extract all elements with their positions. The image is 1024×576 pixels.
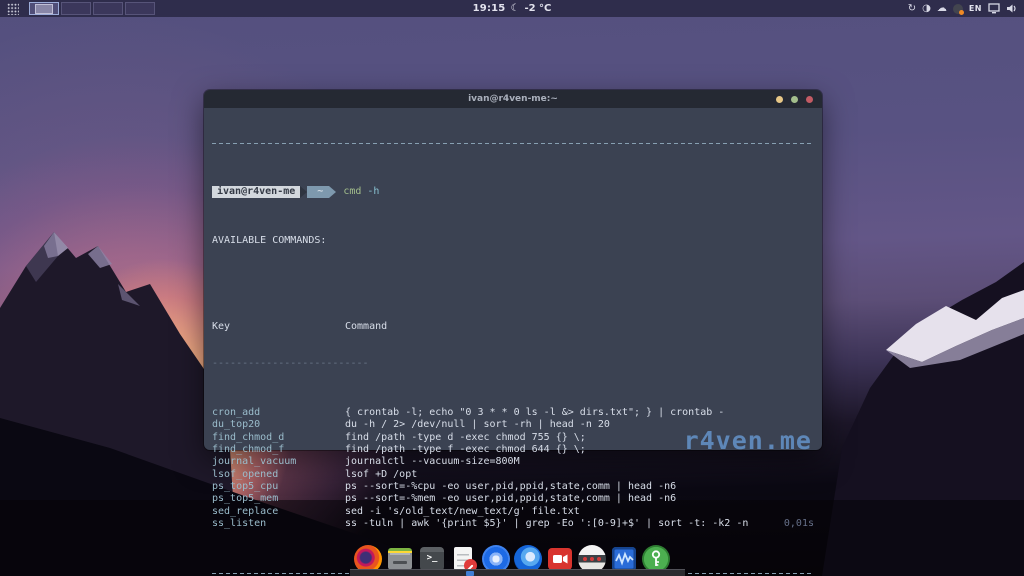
terminal-window[interactable]: ivan@r4ven-me:~ ivan@r4ven-me ~ cmd -h A…: [204, 90, 822, 450]
keyboard-layout-indicator[interactable]: EN: [969, 4, 982, 13]
prompt-user: ivan@r4ven-me: [212, 186, 300, 198]
moon-icon: ☾: [510, 3, 519, 14]
system-tray: ↻ ◑ ☁ EN: [908, 0, 1018, 17]
blank-line: [212, 272, 814, 284]
workspace-window-preview: [35, 4, 53, 14]
table-row: ps_top5_memps --sort=-%mem -eo user,pid,…: [212, 493, 814, 505]
command-args: -h: [367, 186, 379, 198]
separator-short: --------------------------: [212, 358, 814, 370]
window-buttons: [776, 90, 813, 108]
table-row: lsof_openedlsof +D /opt: [212, 469, 814, 481]
separator-dashed: [212, 137, 814, 149]
prompt-dir: ~: [307, 186, 329, 198]
terminal-body[interactable]: ivan@r4ven-me ~ cmd -h AVAILABLE COMMAND…: [204, 108, 822, 450]
clock[interactable]: 19:15: [473, 3, 506, 14]
exec-time: 0,01s: [784, 518, 814, 530]
notification-icon[interactable]: [953, 4, 963, 14]
app-grid-icon[interactable]: [7, 3, 19, 15]
table-row: ps_top5_cpups --sort=-%cpu -eo user,pid,…: [212, 481, 814, 493]
table-row: cron_add{ crontab -l; echo "0 3 * * 0 ls…: [212, 407, 814, 419]
watermark: r4ven.me: [684, 435, 812, 447]
maximize-button[interactable]: [791, 96, 798, 103]
taskbar-peek[interactable]: [350, 569, 685, 576]
table-header: Key Command: [212, 321, 814, 333]
top-panel: 19:15 ☾ -2 °C ↻ ◑ ☁ EN: [0, 0, 1024, 17]
temperature[interactable]: -2 °C: [524, 3, 551, 14]
table-row: sed_replacesed -i 's/old_text/new_text/g…: [212, 506, 814, 518]
command-name: cmd: [343, 186, 361, 198]
cloud-icon[interactable]: ☁: [937, 0, 947, 17]
workspace-3[interactable]: [93, 2, 123, 15]
display-icon[interactable]: [988, 3, 1000, 14]
window-title: ivan@r4ven-me:~: [468, 94, 558, 104]
workspace-switcher: [29, 2, 155, 15]
close-button[interactable]: [806, 96, 813, 103]
output-heading: AVAILABLE COMMANDS:: [212, 235, 814, 247]
workspace-2[interactable]: [61, 2, 91, 15]
volume-icon[interactable]: [1006, 3, 1018, 14]
minimize-button[interactable]: [776, 96, 783, 103]
prompt-line-1: ivan@r4ven-me ~ cmd -h: [212, 186, 814, 198]
updates-icon[interactable]: ↻: [908, 0, 916, 17]
powerline-arrow-icon: [329, 186, 336, 198]
table-row: ss_listenss -tuln | awk '{print $5}' | g…: [212, 518, 814, 530]
desktop: 19:15 ☾ -2 °C ↻ ◑ ☁ EN ivan@r4ven-me:~: [0, 0, 1024, 576]
table-row: journal_vacuumjournalctl --vacuum-size=8…: [212, 456, 814, 468]
powerline-arrow-icon: [300, 186, 307, 198]
redshift-icon[interactable]: ◑: [922, 0, 931, 17]
workspace-4[interactable]: [125, 2, 155, 15]
workspace-1[interactable]: [29, 2, 59, 15]
terminal-titlebar[interactable]: ivan@r4ven-me:~: [204, 90, 822, 108]
taskbar-item-icon[interactable]: [466, 571, 474, 576]
